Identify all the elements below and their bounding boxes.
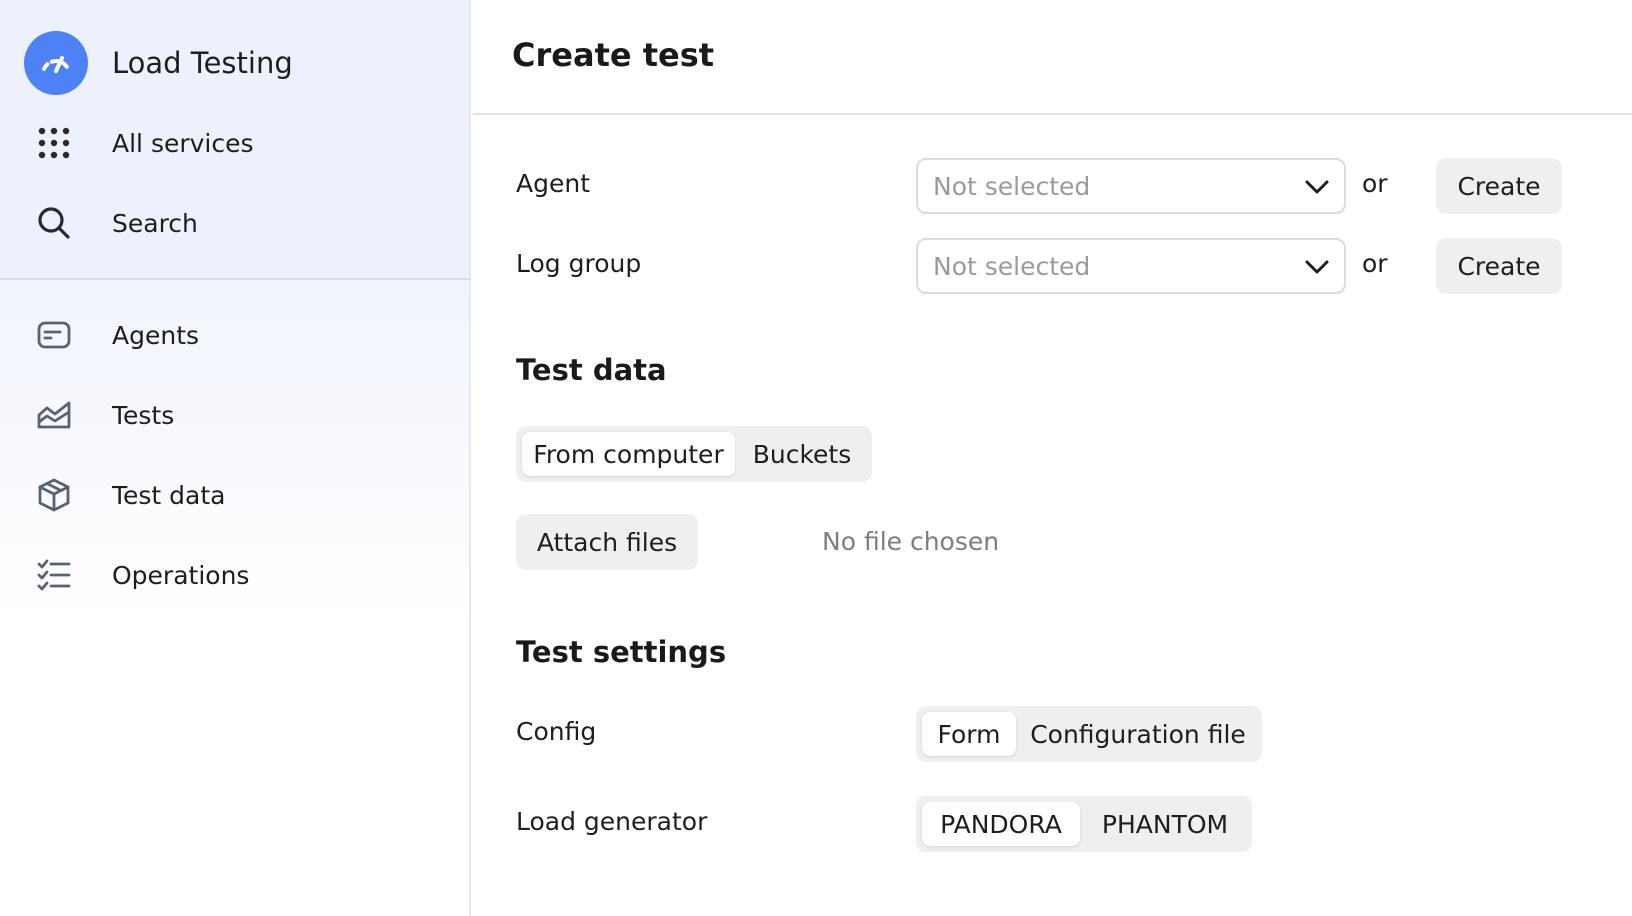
tab-configuration-file[interactable]: Configuration file <box>1020 712 1256 756</box>
test-data-source-switch: From computer Buckets <box>516 426 872 482</box>
test-settings-title: Test settings <box>516 635 727 669</box>
sidebar-item-label: Operations <box>112 560 250 590</box>
sidebar-item-all-services[interactable]: All services <box>0 111 469 175</box>
log-group-select-value: Not selected <box>933 251 1091 281</box>
log-group-label: Log group <box>516 249 642 278</box>
service-brand[interactable]: Load Testing <box>0 31 469 95</box>
sidebar-item-search[interactable]: Search <box>0 191 469 255</box>
agent-label: Agent <box>516 169 590 198</box>
chevron-down-icon <box>1305 260 1329 274</box>
file-status-text: No file chosen <box>822 527 1000 556</box>
main-content: Create test Agent Not selected or Create… <box>473 0 1632 916</box>
grid-dots-icon <box>36 125 72 161</box>
or-text: or <box>1362 169 1388 198</box>
tab-buckets[interactable]: Buckets <box>738 432 866 476</box>
attach-files-button[interactable]: Attach files <box>516 514 698 570</box>
tab-form[interactable]: Form <box>922 712 1016 756</box>
sidebar-item-test-data[interactable]: Test data <box>0 463 469 527</box>
load-generator-switch: PANDORA PHANTOM <box>916 796 1252 852</box>
tab-from-computer[interactable]: From computer <box>522 432 735 476</box>
tab-phantom[interactable]: PHANTOM <box>1084 802 1246 846</box>
page-title: Create test <box>512 36 715 74</box>
sidebar-item-operations[interactable]: Operations <box>0 543 469 607</box>
cube-icon <box>36 477 72 513</box>
agent-select-value: Not selected <box>933 171 1091 201</box>
or-text: or <box>1362 249 1388 278</box>
sidebar-item-label: Tests <box>112 400 175 430</box>
sidebar-item-label: Test data <box>112 480 226 510</box>
agent-select[interactable]: Not selected <box>916 158 1346 214</box>
log-group-select[interactable]: Not selected <box>916 238 1346 294</box>
chevron-down-icon <box>1305 180 1329 194</box>
sidebar-item-label: All services <box>112 128 254 158</box>
tab-pandora[interactable]: PANDORA <box>922 802 1080 846</box>
sidebar-divider <box>0 278 471 280</box>
brand-label: Load Testing <box>112 46 293 80</box>
speedometer-icon <box>24 31 88 95</box>
sidebar-item-label: Agents <box>112 320 200 350</box>
server-card-icon <box>36 317 72 353</box>
config-switch: Form Configuration file <box>916 706 1262 762</box>
area-chart-icon <box>36 397 72 433</box>
create-log-group-button[interactable]: Create <box>1436 238 1562 294</box>
create-agent-button[interactable]: Create <box>1436 158 1562 214</box>
test-data-title: Test data <box>516 353 667 387</box>
sidebar-item-agents[interactable]: Agents <box>0 303 469 367</box>
load-generator-label: Load generator <box>516 807 708 836</box>
sidebar-item-tests[interactable]: Tests <box>0 383 469 447</box>
sidebar-item-label: Search <box>112 208 198 238</box>
config-label: Config <box>516 717 597 746</box>
checklist-icon <box>36 557 72 593</box>
sidebar: Load Testing All services Search Agents … <box>0 0 471 916</box>
header-divider <box>473 113 1632 115</box>
search-icon <box>36 205 72 241</box>
